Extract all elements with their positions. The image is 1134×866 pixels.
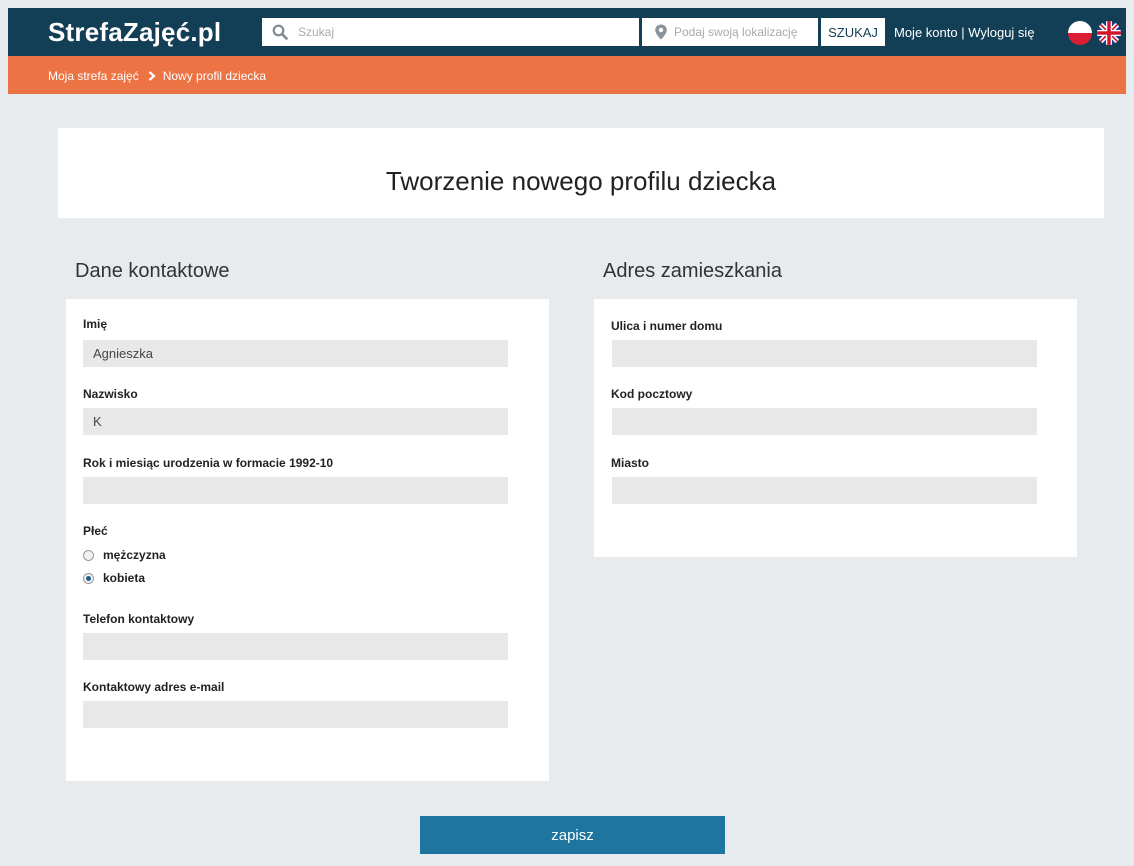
contact-section-title: Dane kontaktowe bbox=[75, 260, 230, 282]
birth-date-input[interactable] bbox=[83, 477, 508, 504]
city-input[interactable] bbox=[612, 477, 1037, 504]
gender-option-female[interactable]: kobieta bbox=[83, 571, 145, 585]
logout-link[interactable]: Wyloguj się bbox=[968, 25, 1034, 40]
search-icon bbox=[272, 24, 288, 40]
radio-male[interactable] bbox=[83, 549, 94, 561]
location-pin-icon bbox=[655, 24, 667, 40]
phone-input[interactable] bbox=[83, 633, 508, 660]
gender-option-male[interactable]: mężczyzna bbox=[83, 548, 166, 562]
phone-label: Telefon kontaktowy bbox=[83, 612, 195, 626]
breadcrumb: Moja strefa zajęć Nowy profil dziecka bbox=[48, 69, 266, 83]
location-box bbox=[642, 18, 818, 46]
breadcrumb-bar: Moja strefa zajęć Nowy profil dziecka bbox=[8, 56, 1126, 94]
last-name-input[interactable] bbox=[83, 408, 508, 435]
gender-option-male-label: mężczyzna bbox=[103, 548, 166, 562]
search-box bbox=[262, 18, 639, 46]
save-button[interactable]: zapisz bbox=[420, 816, 725, 854]
email-input[interactable] bbox=[83, 701, 508, 728]
breadcrumb-my-zone[interactable]: Moja strefa zajęć bbox=[48, 69, 139, 83]
flag-pl-icon[interactable] bbox=[1068, 21, 1092, 45]
page-title: Tworzenie nowego profilu dziecka bbox=[385, 166, 777, 196]
contact-card: Imię Nazwisko Rok i miesiąc urodzenia w … bbox=[66, 299, 549, 781]
address-section-title: Adres zamieszkania bbox=[603, 260, 782, 282]
radio-female[interactable] bbox=[83, 572, 94, 584]
city-label: Miasto bbox=[611, 456, 650, 470]
breadcrumb-current: Nowy profil dziecka bbox=[162, 69, 267, 83]
address-card: Ulica i numer domu Kod pocztowy Miasto bbox=[594, 299, 1077, 557]
search-button[interactable]: SZUKAJ bbox=[821, 18, 885, 46]
top-navbar: StrefaZajęć.pl SZUKAJ Moje konto | Wylog… bbox=[8, 8, 1126, 56]
gender-label: Płeć bbox=[83, 524, 108, 538]
postal-code-label: Kod pocztowy bbox=[611, 387, 693, 401]
postal-code-input[interactable] bbox=[612, 408, 1037, 435]
chevron-right-icon bbox=[148, 71, 156, 81]
first-name-label: Imię bbox=[83, 317, 108, 331]
first-name-input[interactable] bbox=[83, 340, 508, 367]
my-account-link[interactable]: Moje konto bbox=[894, 25, 958, 40]
street-label: Ulica i numer domu bbox=[611, 319, 723, 333]
street-input[interactable] bbox=[612, 340, 1037, 367]
title-card: Tworzenie nowego profilu dziecka bbox=[58, 128, 1104, 218]
location-input[interactable] bbox=[674, 18, 814, 46]
email-label: Kontaktowy adres e-mail bbox=[83, 680, 225, 694]
site-logo[interactable]: StrefaZajęć.pl bbox=[48, 17, 221, 48]
account-separator: | bbox=[957, 25, 969, 40]
search-input[interactable] bbox=[298, 18, 628, 46]
birth-date-label: Rok i miesiąc urodzenia w formacie 1992-… bbox=[83, 456, 334, 470]
gender-option-female-label: kobieta bbox=[103, 571, 146, 585]
account-links: Moje konto | Wyloguj się bbox=[894, 25, 1035, 40]
last-name-label: Nazwisko bbox=[83, 387, 138, 401]
flag-uk-icon[interactable] bbox=[1097, 21, 1121, 45]
